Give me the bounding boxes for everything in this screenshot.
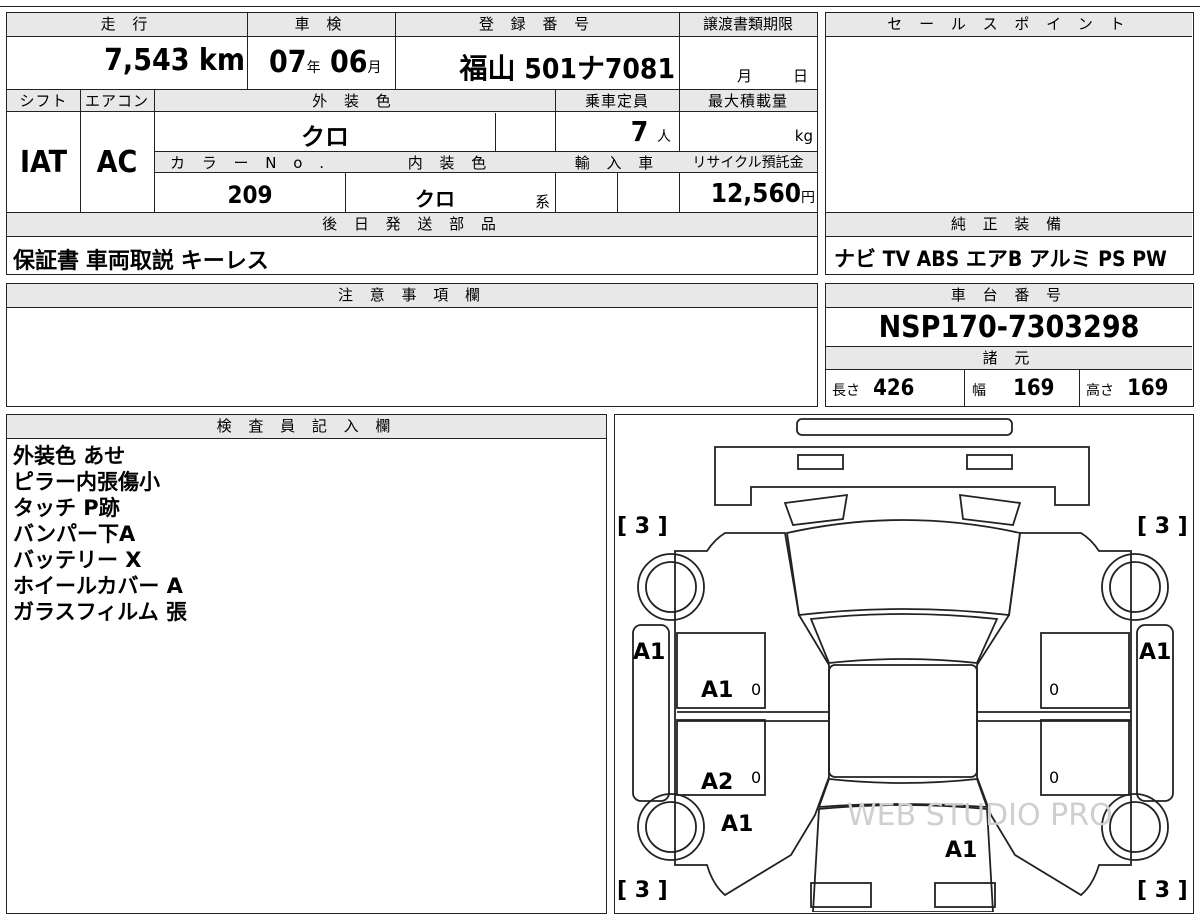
capacity-header: 乗車定員 <box>555 90 679 112</box>
inspector-note: バッテリー X <box>13 548 142 572</box>
inspector-box: 検 査 員 記 入 欄 外装色 あせ ピラー内張傷小 タッチ P跡 バンパー下A… <box>6 414 607 914</box>
capacity-value: 7 人 <box>630 115 671 148</box>
later-parts-value: 保証書 車両取説 キーレス <box>13 249 269 274</box>
right-side-mark: A1 <box>1139 640 1171 665</box>
width-field: 幅 169 <box>972 376 1055 401</box>
recycle-header: リサイクル預託金 <box>679 151 817 173</box>
vehicle-info-table: 走 行 車 検 登 録 番 号 譲渡書類期限 7,543 km 07年 06月 … <box>6 12 818 275</box>
ac-value: AC <box>96 145 138 180</box>
chassis-number: NSP170-7303298 <box>878 310 1140 345</box>
tire-rear-left: [ 3 ] <box>617 878 668 903</box>
maxload-unit: kg <box>794 127 813 145</box>
chassis-header: 車 台 番 号 <box>826 284 1192 308</box>
left-side-mark: A1 <box>633 640 665 665</box>
later-parts-header: 後 日 発 送 部 品 <box>7 213 817 237</box>
sales-point-header: セ ー ル ス ポ イ ン ト <box>826 13 1192 37</box>
mileage-unit: km <box>198 43 245 78</box>
tire-front-left: [ 3 ] <box>617 514 668 539</box>
int-color-value: クロ <box>415 187 455 211</box>
recycle-value: 12,560円 <box>710 179 815 209</box>
mileage-header: 走 行 <box>7 13 247 37</box>
color-no-header: カ ラ ー N o . <box>155 151 345 173</box>
genuine-equipment-header: 純 正 装 備 <box>826 213 1192 237</box>
sales-point-box: セ ー ル ス ポ イ ン ト 純 正 装 備 ナビ TV ABS エアB アル… <box>825 12 1194 275</box>
shift-header: シフト <box>7 90 80 112</box>
ext-color-header: 外 装 色 <box>154 90 555 112</box>
registration-header: 登 録 番 号 <box>395 13 679 37</box>
shift-value: IAT <box>19 145 67 180</box>
mileage-value: 7,543 km <box>7 43 245 78</box>
maxload-header: 最大積載量 <box>679 90 817 112</box>
int-color-unit: 系 <box>535 193 551 211</box>
inspector-note: 外装色 あせ <box>13 444 126 468</box>
chassis-box: 車 台 番 号 NSP170-7303298 諸 元 長さ 426 幅 169 … <box>825 283 1194 407</box>
cropped-top-strip <box>0 0 1200 7</box>
door-mark-zero: 0 <box>751 768 761 787</box>
tire-front-right: [ 3 ] <box>1137 514 1188 539</box>
genuine-equipment-value: ナビ TV ABS エアB アルミ PS PW <box>834 247 1167 271</box>
inspector-note: ピラー内張傷小 <box>13 470 160 494</box>
door-mark-zero: 0 <box>1049 768 1059 787</box>
caution-header: 注 意 事 項 欄 <box>7 284 817 308</box>
left-front-door-mark: A1 <box>701 678 733 703</box>
inspection-value: 07年 06月 <box>269 45 382 80</box>
mileage-number: 7,543 <box>104 43 190 78</box>
ac-header: エアコン <box>80 90 154 112</box>
left-rear-panel-mark: A1 <box>721 812 753 837</box>
inspection-month: 06 <box>329 45 368 80</box>
car-outline: WEB STUDIO PRO [ 3 ] [ 3 ] [ 3 ] [ 3 ] A… <box>617 418 1188 912</box>
dimensions-header: 諸 元 <box>826 346 1192 370</box>
inspector-note: タッチ P跡 <box>13 496 120 520</box>
length-field: 長さ 426 <box>832 376 915 401</box>
int-color-header: 内 装 色 <box>345 151 555 173</box>
inspection-header: 車 検 <box>247 13 395 37</box>
registration-number: 福山 501ナ7081 <box>459 52 675 85</box>
color-no-value: 209 <box>227 181 273 209</box>
tire-rear-right: [ 3 ] <box>1137 878 1188 903</box>
left-rear-door-mark: A2 <box>701 770 733 795</box>
watermark: WEB STUDIO PRO <box>847 798 1113 833</box>
inspector-header: 検 査 員 記 入 欄 <box>7 415 606 439</box>
door-mark-zero: 0 <box>751 680 761 699</box>
import-header: 輸 入 車 <box>555 151 679 173</box>
transfer-day: 日 <box>793 67 809 85</box>
inspection-year: 07 <box>269 45 307 80</box>
caution-box: 注 意 事 項 欄 <box>6 283 818 407</box>
door-mark-zero: 0 <box>1049 680 1059 699</box>
inspector-note: ホイールカバー A <box>13 574 183 598</box>
inspector-note: ガラスフィルム 張 <box>13 600 188 624</box>
transfer-month: 月 <box>737 67 753 85</box>
rear-area-mark: A1 <box>945 838 977 863</box>
inspector-note: バンパー下A <box>13 522 136 546</box>
height-field: 高さ 169 <box>1086 376 1169 401</box>
ext-color-value: クロ <box>301 123 349 151</box>
transfer-deadline-header: 譲渡書類期限 <box>679 13 817 37</box>
inspector-notes: 外装色 あせ ピラー内張傷小 タッチ P跡 バンパー下A バッテリー X ホイー… <box>13 443 187 625</box>
car-damage-diagram: WEB STUDIO PRO [ 3 ] [ 3 ] [ 3 ] [ 3 ] A… <box>614 414 1194 914</box>
